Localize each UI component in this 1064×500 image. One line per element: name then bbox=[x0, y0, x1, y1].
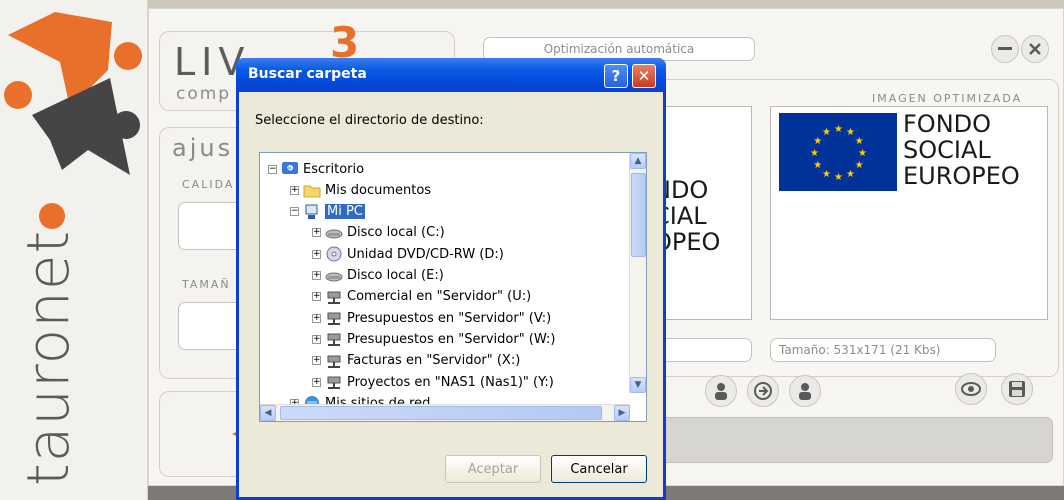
expand-icon[interactable]: + bbox=[312, 249, 321, 259]
tree-item-label: Mi PC bbox=[325, 204, 365, 220]
vertical-scrollbar[interactable]: ▲ ▼ bbox=[629, 153, 646, 393]
help-button[interactable]: ? bbox=[604, 64, 628, 88]
svg-text:e: e bbox=[287, 164, 292, 173]
tree-item[interactable]: + Facturas en "Servidor" (X:) bbox=[312, 351, 520, 371]
tree-item-label: Disco local (E:) bbox=[347, 268, 444, 283]
tree-item-label: Comercial en "Servidor" (U:) bbox=[347, 289, 532, 305]
svg-text:★: ★ bbox=[855, 136, 864, 147]
optimized-image-frame: ★ ★ ★ ★ ★ ★ ★ ★ ★ ★ ★ ★ FONDO SOCIAL EUROPEO bbox=[770, 106, 1048, 320]
settings-heading: ajus bbox=[172, 134, 234, 162]
svg-text:★: ★ bbox=[846, 127, 855, 138]
dialog-titlebar[interactable]: Buscar carpeta ? ✕ bbox=[236, 58, 666, 92]
tree-item-label: Unidad DVD/CD-RW (D:) bbox=[347, 246, 504, 262]
tree-item[interactable]: + Presupuestos en "Servidor" (V:) bbox=[312, 308, 551, 328]
expand-icon[interactable]: + bbox=[312, 334, 321, 344]
tree-item[interactable]: − Mi PC bbox=[290, 202, 365, 222]
dialog-instruction: Seleccione el directorio de destino: bbox=[255, 113, 484, 128]
tree-item[interactable]: + Disco local (E:) bbox=[312, 266, 444, 286]
tree-item-label: Presupuestos en "Servidor" (W:) bbox=[347, 331, 556, 347]
scroll-right-icon[interactable]: ▶ bbox=[614, 405, 630, 421]
desktop-icon: e bbox=[281, 161, 299, 177]
eu-flag-icon: ★ ★★★★★★★★★★★ bbox=[779, 113, 897, 191]
save-icon[interactable] bbox=[1001, 373, 1033, 405]
folder-icon bbox=[303, 182, 321, 198]
tauronet-logo-icon bbox=[4, 12, 142, 229]
drive-icon bbox=[325, 268, 343, 284]
expand-icon[interactable]: + bbox=[312, 228, 321, 238]
quality-label: CALIDA bbox=[182, 178, 235, 191]
expand-icon[interactable]: + bbox=[312, 292, 321, 302]
expand-icon[interactable]: + bbox=[312, 356, 321, 366]
drive-icon bbox=[325, 225, 343, 241]
collapse-icon[interactable]: − bbox=[290, 207, 299, 217]
optimized-size-field[interactable]: Tamaño: 531x171 (21 Kbs) bbox=[770, 338, 996, 362]
horizontal-scrollbar[interactable]: ◀ ▶ bbox=[260, 404, 630, 421]
scroll-left-icon[interactable]: ◀ bbox=[260, 405, 276, 421]
tree-item-label: Proyectos en "NAS1 (Nas1)" (Y:) bbox=[347, 374, 554, 390]
browse-folder-dialog: Buscar carpeta ? ✕ Seleccione el directo… bbox=[236, 58, 666, 500]
svg-text:★: ★ bbox=[822, 169, 831, 180]
tree-item[interactable]: + Unidad DVD/CD-RW (D:) bbox=[312, 244, 504, 264]
person-icon[interactable] bbox=[705, 375, 737, 407]
expand-icon[interactable]: + bbox=[290, 185, 299, 195]
eye-icon[interactable] bbox=[955, 373, 987, 405]
tree-item-label: Facturas en "Servidor" (X:) bbox=[347, 353, 521, 369]
svg-text:★: ★ bbox=[822, 127, 831, 138]
minimize-icon[interactable] bbox=[991, 35, 1019, 63]
network-drive-icon bbox=[325, 289, 343, 305]
logo-subtext: comp bbox=[176, 84, 232, 104]
svg-text:★: ★ bbox=[855, 160, 864, 171]
arrow-right-icon[interactable] bbox=[747, 375, 779, 407]
accept-button[interactable]: Aceptar bbox=[445, 455, 541, 483]
expand-icon[interactable]: + bbox=[312, 313, 321, 323]
network-drive-icon bbox=[325, 310, 343, 326]
tree-item[interactable]: + Mis documentos bbox=[290, 180, 431, 200]
expand-icon[interactable]: + bbox=[312, 271, 321, 280]
dvd-icon bbox=[325, 246, 343, 262]
progress-bar bbox=[647, 417, 1053, 463]
optimized-label: IMAGEN OPTIMIZADA bbox=[872, 92, 1023, 105]
cancel-button[interactable]: Cancelar bbox=[551, 455, 647, 483]
network-drive-icon bbox=[325, 331, 343, 347]
svg-text:★: ★ bbox=[834, 172, 843, 183]
network-drive-icon bbox=[325, 374, 343, 390]
dialog-title: Buscar carpeta bbox=[248, 66, 367, 82]
svg-text:★: ★ bbox=[846, 169, 855, 180]
tree-item[interactable]: + Disco local (C:) bbox=[312, 223, 445, 243]
vertical-scroll-thumb[interactable] bbox=[631, 173, 646, 257]
tree-item[interactable]: + Presupuestos en "Servidor" (W:) bbox=[312, 329, 555, 349]
collapse-icon[interactable]: − bbox=[268, 164, 277, 174]
tree-item[interactable]: − e Escritorio bbox=[268, 159, 364, 179]
folder-tree[interactable]: − e Escritorio + Mis documentos − Mi PC + Disco … bbox=[259, 152, 647, 422]
optimized-image-text: FONDO SOCIAL EUROPEO bbox=[903, 110, 1020, 190]
dialog-close-button[interactable]: ✕ bbox=[632, 64, 656, 88]
size-label: TAMAÑ bbox=[182, 278, 231, 291]
svg-text:★: ★ bbox=[810, 148, 819, 159]
tree-item-label: Mis documentos bbox=[325, 182, 432, 198]
svg-text:★: ★ bbox=[834, 124, 843, 135]
scroll-up-icon[interactable]: ▲ bbox=[630, 153, 646, 169]
brand-sidebar: tauronet bbox=[0, 0, 148, 500]
svg-text:★: ★ bbox=[813, 160, 822, 171]
svg-text:★: ★ bbox=[813, 136, 822, 147]
close-icon[interactable] bbox=[1021, 35, 1049, 63]
horizontal-scroll-thumb[interactable] bbox=[280, 406, 602, 420]
computer-icon bbox=[303, 204, 321, 220]
tree-item-label: Disco local (C:) bbox=[347, 225, 445, 241]
brand-name: tauronet bbox=[14, 229, 82, 486]
tree-item-label: Escritorio bbox=[303, 161, 365, 177]
person-icon-2[interactable] bbox=[789, 375, 821, 407]
svg-text:★: ★ bbox=[858, 148, 867, 159]
expand-icon[interactable]: + bbox=[312, 377, 321, 387]
scroll-down-icon[interactable]: ▼ bbox=[630, 377, 646, 393]
tree-item[interactable]: + Proyectos en "NAS1 (Nas1)" (Y:) bbox=[312, 372, 554, 392]
network-drive-icon bbox=[325, 353, 343, 369]
tree-item[interactable]: + Comercial en "Servidor" (U:) bbox=[312, 287, 531, 307]
tree-item-label: Presupuestos en "Servidor" (V:) bbox=[347, 310, 552, 326]
